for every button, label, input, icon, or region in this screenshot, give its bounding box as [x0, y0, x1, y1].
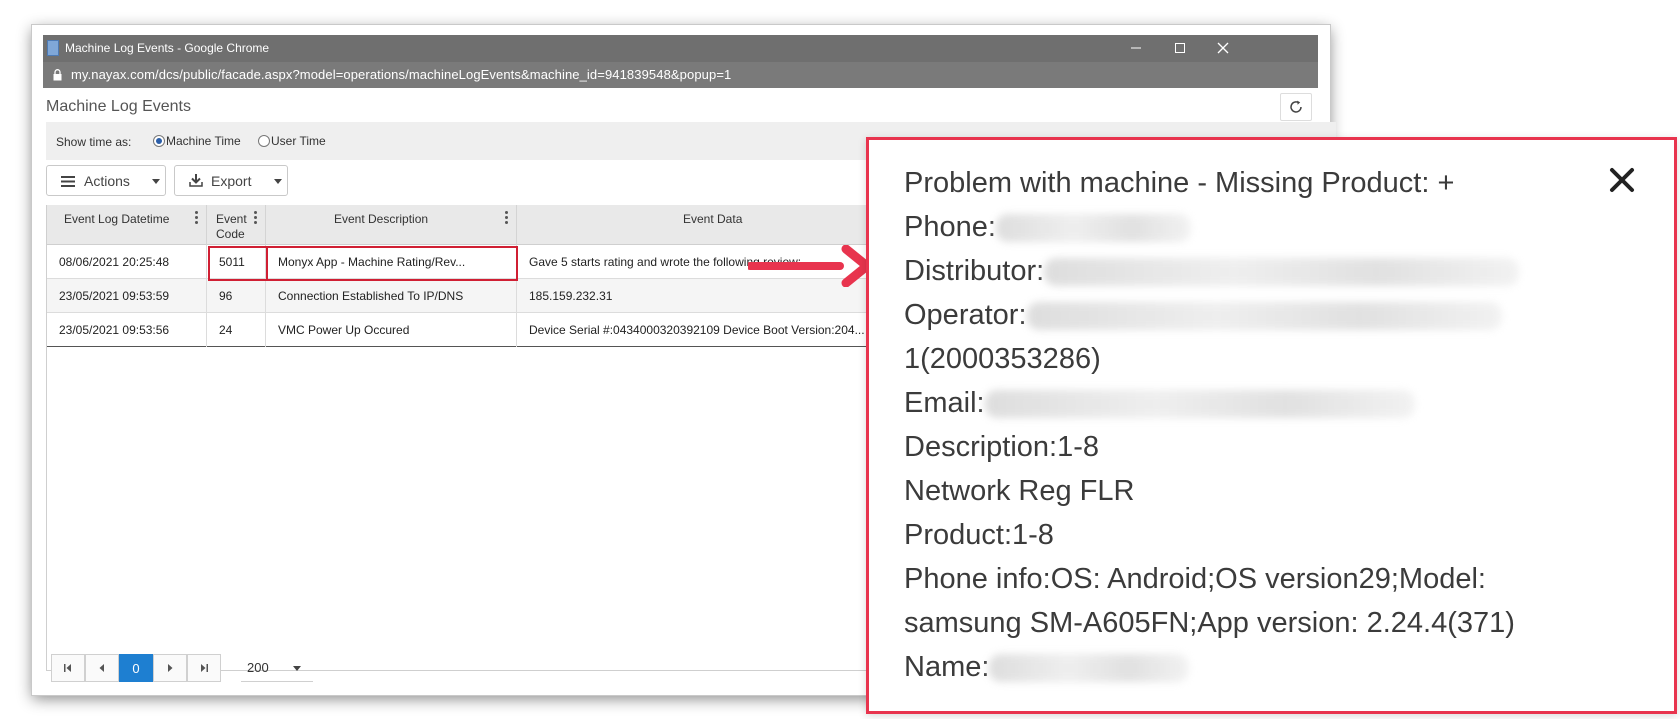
refresh-icon: [1290, 100, 1302, 113]
popup-line-email: Email:: [904, 385, 1415, 421]
first-page-icon: [64, 664, 71, 672]
page-size-select[interactable]: 200: [241, 654, 313, 682]
column-menu-icon[interactable]: [254, 211, 257, 226]
email-label: Email:: [904, 387, 985, 419]
callout-arrow-icon: [748, 245, 872, 287]
cell-datetime: 23/05/2021 09:53:56: [47, 313, 207, 347]
pagination: 0 200: [51, 654, 347, 682]
window-title: Machine Log Events - Google Chrome: [65, 41, 270, 55]
cell-code: 24: [207, 313, 266, 347]
popup-line-product: Product:1-8: [904, 519, 1054, 551]
column-label: Event Code: [216, 212, 247, 241]
column-label: Event Description: [334, 212, 429, 226]
page-size-value: 200: [247, 660, 269, 675]
address-bar[interactable]: my.nayax.com/dcs/public/facade.aspx?mode…: [43, 62, 1318, 88]
menu-icon: [61, 176, 75, 187]
minimize-icon: [1131, 47, 1141, 49]
maximize-icon: [1175, 43, 1185, 53]
show-time-label: Show time as:: [56, 135, 132, 149]
machine-time-label: Machine Time: [166, 134, 241, 148]
popup-line-operator-id: 1(2000353286): [904, 343, 1101, 375]
redacted-value: [995, 214, 1191, 243]
close-icon[interactable]: [1608, 166, 1636, 194]
chevron-down-icon: [274, 179, 282, 184]
actions-label: Actions: [84, 173, 130, 189]
column-menu-icon[interactable]: [505, 211, 508, 226]
export-label: Export: [211, 173, 252, 189]
column-header-description[interactable]: Event Description: [266, 205, 517, 245]
cell-datetime: 08/06/2021 20:25:48: [47, 245, 207, 279]
cell-description: VMC Power Up Occured: [266, 313, 517, 347]
current-page-button[interactable]: 0: [119, 654, 153, 682]
popup-line-phone-info: Phone info:OS: Android;OS version29;Mode…: [904, 563, 1486, 595]
redacted-value: [989, 654, 1190, 683]
close-window-button[interactable]: [1211, 37, 1235, 59]
cell-datetime: 23/05/2021 09:53:59: [47, 279, 207, 313]
url-text: my.nayax.com/dcs/public/facade.aspx?mode…: [71, 67, 732, 82]
first-page-button[interactable]: [51, 654, 85, 682]
popup-line-name: Name:: [904, 649, 1190, 685]
popup-line-description: Description:1-8: [904, 431, 1100, 463]
chevron-right-icon: [168, 664, 173, 672]
redacted-value: [984, 390, 1415, 419]
user-time-radio[interactable]: User Time: [258, 134, 326, 148]
previous-page-button[interactable]: [85, 654, 119, 682]
cell-code: 96: [207, 279, 266, 313]
cell-description: Connection Established To IP/DNS: [266, 279, 517, 313]
chevron-left-icon: [99, 664, 104, 672]
event-data-popup: Problem with machine - Missing Product: …: [866, 137, 1677, 714]
popup-line-problem: Problem with machine - Missing Product: …: [904, 167, 1455, 199]
popup-line-app-version: samsung SM-A605FN;App version: 2.24.4(37…: [904, 607, 1515, 639]
operator-label: Operator:: [904, 299, 1027, 331]
window-titlebar: Machine Log Events - Google Chrome: [43, 35, 1318, 62]
last-page-icon: [201, 664, 208, 672]
name-label: Name:: [904, 651, 990, 683]
refresh-button[interactable]: [1280, 93, 1312, 121]
column-header-code[interactable]: Event Code: [207, 205, 266, 245]
column-menu-icon[interactable]: [195, 211, 198, 226]
current-page-number: 0: [132, 660, 140, 676]
maximize-button[interactable]: [1168, 37, 1192, 59]
radio-unselected-icon: [258, 135, 270, 147]
popup-line-operator: Operator:: [904, 297, 1502, 333]
redacted-value: [1026, 302, 1502, 331]
download-icon: [189, 174, 203, 187]
actions-button[interactable]: Actions: [46, 165, 166, 196]
column-header-datetime[interactable]: Event Log Datetime: [47, 205, 207, 245]
column-label: Event Log Datetime: [64, 212, 170, 226]
column-label: Event Data: [683, 212, 743, 226]
code-highlight-box: [208, 246, 268, 281]
page-favicon-icon: [47, 40, 59, 56]
radio-selected-icon: [153, 135, 165, 147]
chevron-down-icon: [293, 666, 301, 671]
lock-icon: [53, 69, 62, 81]
user-time-label: User Time: [271, 134, 326, 148]
next-page-button[interactable]: [153, 654, 187, 682]
close-icon: [1217, 42, 1229, 54]
popup-line-network: Network Reg FLR: [904, 475, 1135, 507]
export-button[interactable]: Export: [174, 165, 288, 196]
chevron-down-icon: [152, 179, 160, 184]
machine-time-radio[interactable]: Machine Time: [153, 134, 241, 148]
popup-line-phone: Phone:: [904, 209, 1191, 245]
last-page-button[interactable]: [187, 654, 221, 682]
page-title: Machine Log Events: [46, 98, 191, 115]
phone-label: Phone:: [904, 211, 996, 243]
redacted-value: [1044, 258, 1520, 287]
description-highlight-box: [266, 246, 518, 281]
popup-line-distributor: Distributor:: [904, 253, 1520, 289]
distributor-label: Distributor:: [904, 255, 1045, 287]
minimize-button[interactable]: [1124, 37, 1148, 59]
